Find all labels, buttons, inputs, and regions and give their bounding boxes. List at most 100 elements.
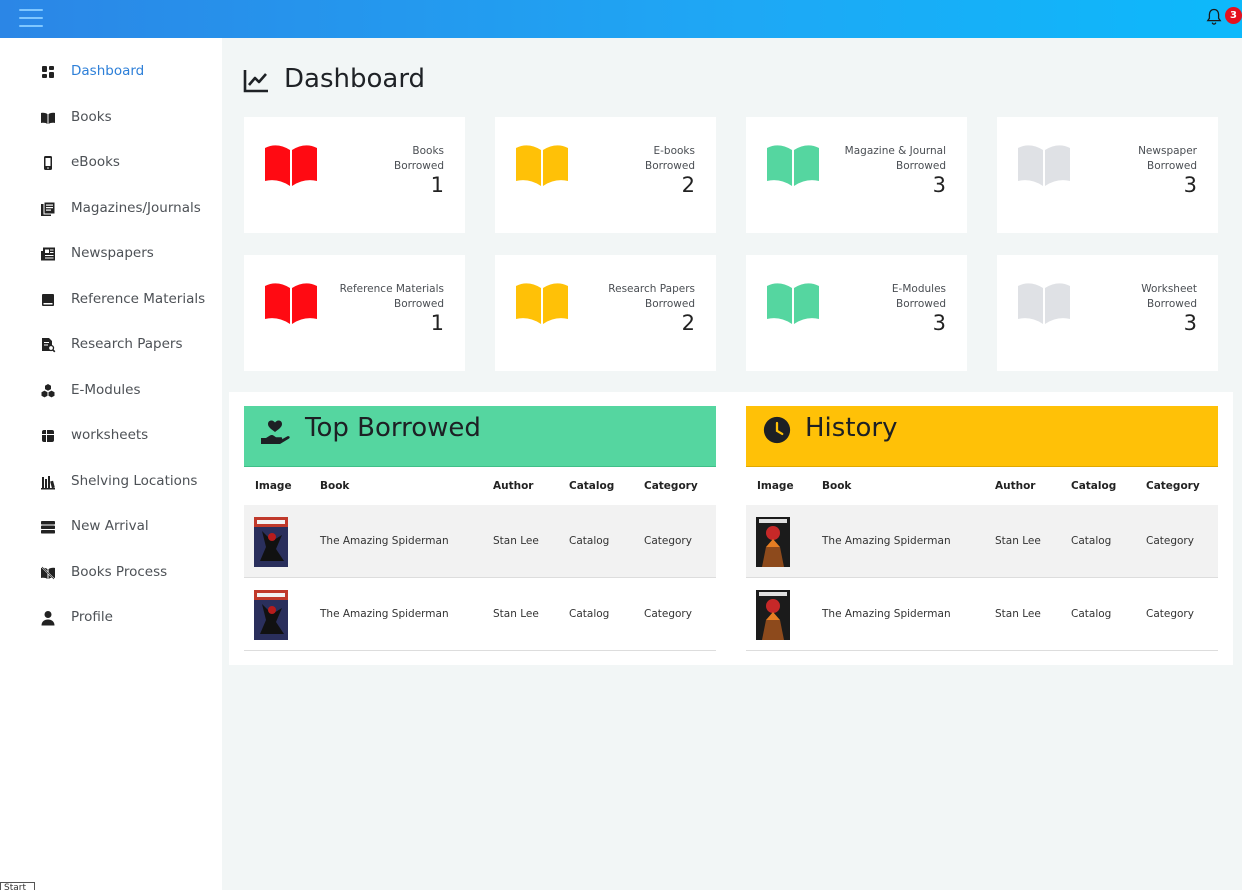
shelf-icon xyxy=(41,476,55,490)
table-row[interactable]: The Amazing Spiderman Stan Lee Catalog C… xyxy=(244,578,716,651)
sidebar-item-shelving-locations[interactable]: Shelving Locations xyxy=(0,463,222,499)
line-chart-icon xyxy=(243,70,268,93)
stat-card-magazine-journal[interactable]: Magazine & Journal Borrowed 3 xyxy=(746,117,967,233)
user-icon xyxy=(41,611,55,626)
column-header[interactable]: Catalog xyxy=(1071,480,1116,492)
card-value: 3 xyxy=(932,311,946,335)
sidebar-item-profile[interactable]: Profile xyxy=(0,599,222,635)
catalog-cell: Catalog xyxy=(569,608,610,620)
stat-card-books[interactable]: Books Borrowed 1 xyxy=(244,117,465,233)
stat-card-reference-materials[interactable]: Reference Materials Borrowed 1 xyxy=(244,255,465,371)
sidebar-item-label: Research Papers xyxy=(71,336,183,352)
notification-badge[interactable]: 3 xyxy=(1225,7,1242,24)
column-header[interactable]: Category xyxy=(1146,480,1200,492)
card-value: 1 xyxy=(430,173,444,197)
column-header[interactable]: Book xyxy=(822,480,851,492)
sidebar-item-newspapers[interactable]: Newspapers xyxy=(0,235,222,271)
card-value: 3 xyxy=(1183,311,1197,335)
book-title-cell: The Amazing Spiderman xyxy=(822,608,951,620)
sidebar-item-label: Books xyxy=(71,109,112,125)
card-value: 2 xyxy=(681,173,695,197)
card-value: 3 xyxy=(1183,173,1197,197)
book-title-cell: The Amazing Spiderman xyxy=(320,535,449,547)
card-label: Reference Materials Borrowed xyxy=(339,283,444,310)
sidebar-item-label: Shelving Locations xyxy=(71,473,198,489)
dashboard-icon xyxy=(42,66,54,78)
catalog-cell: Catalog xyxy=(1071,608,1112,620)
book-icon xyxy=(41,112,55,124)
stat-card-worksheet[interactable]: Worksheet Borrowed 3 xyxy=(997,255,1218,371)
bell-icon[interactable] xyxy=(1206,8,1222,26)
sidebar-item-e-modules[interactable]: E-Modules xyxy=(0,372,222,408)
comic-cover-thumbnail[interactable] xyxy=(254,517,288,567)
book-process-icon xyxy=(41,566,55,580)
open-book-icon xyxy=(1018,283,1070,324)
card-value: 2 xyxy=(681,311,695,335)
open-book-icon xyxy=(265,145,317,186)
open-book-icon xyxy=(1018,145,1070,186)
section-title: History xyxy=(805,413,898,443)
comic-cover-thumbnail[interactable] xyxy=(254,590,288,640)
open-book-icon xyxy=(516,145,568,186)
stat-card-e-modules[interactable]: E-Modules Borrowed 3 xyxy=(746,255,967,371)
sidebar-item-label: eBooks xyxy=(71,154,120,170)
sidebar-item-research-papers[interactable]: Research Papers xyxy=(0,326,222,362)
top-bar: 3 xyxy=(0,0,1242,38)
card-value: 1 xyxy=(430,311,444,335)
history-header: History xyxy=(746,406,1218,467)
modules-icon xyxy=(41,384,55,398)
research-document-icon xyxy=(42,338,56,353)
stat-card-newspaper[interactable]: Newspaper Borrowed 3 xyxy=(997,117,1218,233)
author-cell: Stan Lee xyxy=(493,608,539,620)
section-title: Top Borrowed xyxy=(305,413,481,443)
card-label: E-books Borrowed xyxy=(645,145,695,172)
card-label: Books Borrowed xyxy=(394,145,444,172)
table-row[interactable]: The Amazing Spiderman Stan Lee Catalog C… xyxy=(244,505,716,578)
sidebar-item-books[interactable]: Books xyxy=(0,99,222,135)
table-row[interactable]: The Amazing Spiderman Stan Lee Catalog C… xyxy=(746,505,1218,578)
sidebar-item-label: Books Process xyxy=(71,564,168,580)
card-label: E-Modules Borrowed xyxy=(891,283,946,310)
table-row[interactable]: The Amazing Spiderman Stan Lee Catalog C… xyxy=(746,578,1218,651)
start-button[interactable]: Start xyxy=(0,882,35,890)
sidebar-item-reference-materials[interactable]: Reference Materials xyxy=(0,281,222,317)
comic-cover-thumbnail[interactable] xyxy=(756,517,790,567)
reference-book-icon xyxy=(42,294,54,306)
sidebar-item-new-arrival[interactable]: New Arrival xyxy=(0,508,222,544)
column-header[interactable]: Catalog xyxy=(569,480,614,492)
sidebar-item-label: Reference Materials xyxy=(71,291,206,307)
open-book-icon xyxy=(516,283,568,324)
sidebar-item-label: Magazines/Journals xyxy=(71,200,201,216)
stack-icon xyxy=(41,521,55,534)
column-header[interactable]: Author xyxy=(995,480,1036,492)
page-title: Dashboard xyxy=(284,64,426,94)
category-cell: Category xyxy=(1146,535,1194,547)
sidebar-item-books-process[interactable]: Books Process xyxy=(0,554,222,590)
stat-card-research-papers[interactable]: Research Papers Borrowed 2 xyxy=(495,255,716,371)
book-title-cell: The Amazing Spiderman xyxy=(320,608,449,620)
card-label: Newspaper Borrowed xyxy=(1138,145,1197,172)
sidebar-item-ebooks[interactable]: eBooks xyxy=(0,144,222,180)
card-label: Worksheet Borrowed xyxy=(1141,283,1197,310)
sidebar-item-worksheets[interactable]: worksheets xyxy=(0,417,222,453)
sidebar-item-magazines-journals[interactable]: Magazines/Journals xyxy=(0,190,222,226)
column-header[interactable]: Book xyxy=(320,480,349,492)
open-book-icon xyxy=(265,283,317,324)
author-cell: Stan Lee xyxy=(995,535,1041,547)
column-header[interactable]: Author xyxy=(493,480,534,492)
worksheet-icon xyxy=(42,430,54,442)
column-header[interactable]: Category xyxy=(644,480,698,492)
sidebar-item-label: worksheets xyxy=(71,427,149,443)
column-header[interactable]: Image xyxy=(757,480,794,492)
tablet-icon xyxy=(44,156,52,170)
book-title-cell: The Amazing Spiderman xyxy=(822,535,951,547)
sidebar: Dashboard Books eBooks Magazines/Journal… xyxy=(0,38,222,890)
sidebar-item-dashboard[interactable]: Dashboard xyxy=(0,53,222,89)
hamburger-icon[interactable] xyxy=(19,9,43,29)
stat-card-ebooks[interactable]: E-books Borrowed 2 xyxy=(495,117,716,233)
column-header[interactable]: Image xyxy=(255,480,292,492)
card-label: Magazine & Journal Borrowed xyxy=(844,145,946,172)
comic-cover-thumbnail[interactable] xyxy=(756,590,790,640)
sidebar-item-label: New Arrival xyxy=(71,518,149,534)
card-label: Research Papers Borrowed xyxy=(608,283,695,310)
